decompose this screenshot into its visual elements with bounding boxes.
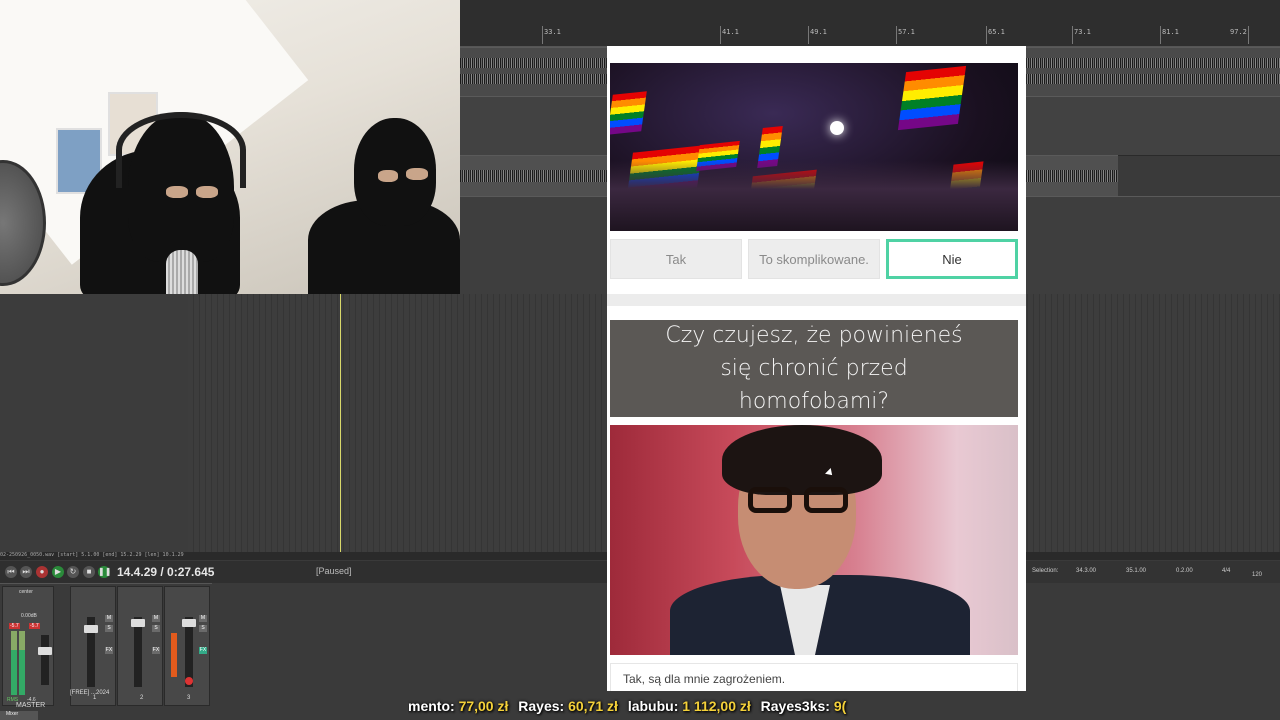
pride-crowd-image (610, 63, 1018, 231)
donation-ticker: mento: 77,00 zł Rayes: 60,71 zł labubu: … (0, 695, 1280, 720)
time-signature[interactable]: 4/4 (1222, 568, 1230, 574)
skip-end-icon[interactable]: ⏭ (20, 566, 32, 578)
level-meter (171, 633, 177, 677)
ruler-label: 97.2 (1230, 28, 1247, 36)
play-state: [Paused] (316, 566, 352, 576)
solo-button[interactable]: S (152, 625, 160, 632)
mixer-strip-1: M S FX 1 (70, 586, 116, 706)
ruler-label: 65.1 (988, 28, 1005, 36)
microphone (166, 250, 198, 294)
play-icon[interactable]: ▶ (52, 566, 64, 578)
track-control-panel (0, 294, 188, 552)
level-meter (11, 631, 17, 695)
quiz-panel: Tak To skomplikowane. Nie Czy czujesz, ż… (607, 46, 1026, 691)
repeat-icon[interactable]: ↻ (67, 566, 79, 578)
donor-name: Rayes3ks: (760, 698, 830, 714)
mixer-strip-2: M S FX 2 (117, 586, 163, 706)
solo-button[interactable]: S (105, 625, 113, 632)
selection-end[interactable]: 35.1.00 (1126, 568, 1146, 574)
volume-readout: 0.00dB (21, 613, 37, 619)
ruler-label: 73.1 (1074, 28, 1091, 36)
donation-amount: 1 112,00 zł (682, 698, 751, 714)
donor-name: mento: (408, 698, 455, 714)
pan-label: center (19, 589, 33, 595)
peak-right: -5.7 (29, 623, 40, 629)
donor-name: labubu: (627, 698, 679, 714)
mute-button[interactable]: M (199, 615, 207, 622)
ruler-label: 41.1 (722, 28, 739, 36)
selection-length[interactable]: 0.2.00 (1176, 568, 1193, 574)
divider (607, 294, 1026, 306)
answer-yes-button[interactable]: Tak (610, 239, 742, 279)
headphones (116, 112, 246, 188)
mute-button[interactable]: M (105, 615, 113, 622)
webcam-feed (0, 0, 460, 294)
answer-complicated-button[interactable]: To skomplikowane. (748, 239, 880, 279)
ruler-label: 33.1 (544, 28, 561, 36)
fx-button[interactable]: FX (152, 647, 160, 654)
timecode-display: 14.4.29 / 0:27.645 (117, 565, 215, 579)
answer-no-button[interactable]: Nie (886, 239, 1018, 279)
donation-amount: 9( (833, 698, 847, 714)
track-fader[interactable] (131, 617, 145, 687)
record-arm-icon[interactable] (185, 677, 193, 685)
selection-label: Selection: (1032, 568, 1059, 574)
stop-icon[interactable]: ■ (83, 566, 95, 578)
play-cursor (340, 294, 341, 552)
answer-buttons: Tak To skomplikowane. Nie (610, 239, 1018, 283)
ruler-label: 57.1 (898, 28, 915, 36)
selection-panel: Selection: 34.3.00 35.1.00 0.2.00 4/4 12… (1026, 561, 1280, 583)
peak-left: -5.7 (9, 623, 20, 629)
ruler-label: 49.1 (810, 28, 827, 36)
fx-button[interactable]: FX (105, 647, 113, 654)
answer-option-yes-threat[interactable]: Tak, są dla mnie zagrożeniem. (610, 663, 1018, 691)
mute-button[interactable]: M (152, 615, 160, 622)
portrait-image (610, 425, 1018, 655)
pause-icon[interactable]: ❚❚ (98, 566, 111, 578)
donation-amount: 60,71 zł (568, 698, 618, 714)
glasses (748, 487, 852, 513)
mixer-strip-3: M S FX 3 (164, 586, 210, 706)
skip-start-icon[interactable]: ⏮ (5, 566, 17, 578)
donation-list: mento: 77,00 zł Rayes: 60,71 zł labubu: … (408, 698, 874, 718)
fx-button[interactable]: FX (199, 647, 207, 654)
selection-start[interactable]: 34.3.00 (1076, 568, 1096, 574)
record-icon[interactable]: ● (36, 566, 48, 578)
master-fader[interactable] (38, 635, 52, 685)
donor-name: Rayes: (518, 698, 565, 714)
solo-button[interactable]: S (199, 625, 207, 632)
level-meter (19, 631, 25, 695)
master-strip: center 0.00dB -5.7 -5.7 RMS -4.6 (2, 586, 54, 706)
timeline-ruler[interactable]: 33.1 41.1 49.1 57.1 65.1 73.1 81.1 97.2 (460, 0, 1280, 47)
track-fader[interactable] (84, 617, 98, 687)
donation-amount: 77,00 zł (458, 698, 509, 714)
tempo[interactable]: 120 (1252, 572, 1262, 578)
question-title: Czy czujesz, że powinieneś się chronić p… (610, 320, 1018, 417)
ruler-label: 81.1 (1162, 28, 1179, 36)
